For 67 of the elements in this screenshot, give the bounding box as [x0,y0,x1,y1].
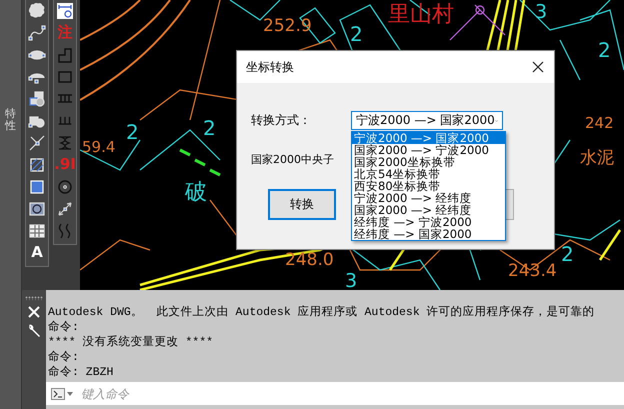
crossing-lines-icon [28,134,46,152]
command-field[interactable]: 键入命令 [79,386,624,402]
map-label: 水泥 [580,150,614,167]
command-line: 命令: [48,350,80,365]
close-button[interactable] [28,306,40,318]
close-icon [28,306,40,318]
map-label: 59.4 [82,140,116,155]
wrench-icon [27,324,41,338]
map-label: 243.4 [508,263,557,280]
comb-icon [56,116,74,125]
prompt-button[interactable] [51,388,73,400]
map-label: 242 [585,116,614,131]
coil-icon [56,134,74,152]
dropdown-option[interactable]: 国家2000 —> 宁波2000 [352,144,505,156]
convert-button[interactable]: 转换 [268,189,336,220]
close-icon [532,61,544,73]
dialog-title: 坐标转换 [246,58,294,76]
meridian-label: 国家2000中央子 [251,152,334,167]
map-label: 3 [535,3,548,22]
dropdown-option[interactable]: 经纬度 —> 国家2000 [352,228,505,240]
command-line: 命令: [48,320,80,335]
dropdown-option[interactable]: 北京54坐标换带 [352,168,505,180]
tool-button[interactable] [27,23,47,42]
hatch-icon [28,156,46,174]
command-line: **** 没有系统变量更改 **** [48,335,214,350]
map-label: 2 [203,118,216,138]
method-select[interactable]: 宁波2000 —> 国家2000 [351,111,503,130]
tool-button[interactable] [55,1,75,20]
grip-handle[interactable] [25,296,43,300]
tool-button[interactable]: A [27,243,47,262]
tool-button[interactable] [27,1,47,20]
measure-icon [56,2,74,20]
map-label: 2 [561,244,574,264]
map-label: 破 [185,182,207,204]
command-line: 命令: ZBZH [48,365,114,380]
step-line-icon [56,46,74,64]
map-label: 248.0 [285,252,334,269]
settings-button[interactable] [27,324,41,338]
dropdown-option[interactable]: 国家2000坐标换带 [352,156,505,168]
map-label: 3 [345,272,358,290]
tool-button[interactable] [27,133,47,152]
caret-icon [67,392,73,396]
method-label: 转换方式： [251,112,311,129]
properties-panel[interactable]: 特性 [0,0,22,409]
dropdown-option[interactable]: 经纬度 —> 宁波2000 [352,216,505,228]
dropdown-option[interactable]: 宁波2000 —> 国家2000 [352,132,505,144]
aligned-dimension-icon [56,200,74,218]
map-label: 2 [598,40,611,60]
panel-label: 特性 [5,108,16,132]
map-label: 2 [126,122,139,142]
region-icon [28,200,46,218]
block-insert-icon [28,90,46,108]
map-label: 2 [350,24,363,44]
terminal-icon [51,388,65,400]
cloud-icon [28,2,46,20]
command-input-bar[interactable]: 键入命令 [46,382,624,405]
dropdown-option[interactable]: 国家2000 —> 经纬度 [352,204,505,216]
command-line: Autodesk DWG。 此文件上次由 Autodesk 应用程序或 Autodesk 许可的应用程序保存，是可靠的 [48,305,596,320]
gradient-icon [28,178,46,196]
ladder-icon [56,94,74,103]
circle-dot-icon [56,178,74,196]
dropdown-option[interactable]: 宁波2000 —> 经纬度 [352,192,505,204]
spline-icon [28,24,46,42]
map-label: 里山村 [388,4,454,26]
table-icon [28,222,46,240]
tool-button[interactable] [27,89,47,108]
dropdown-option[interactable]: 西安80坐标换带 [352,180,505,192]
